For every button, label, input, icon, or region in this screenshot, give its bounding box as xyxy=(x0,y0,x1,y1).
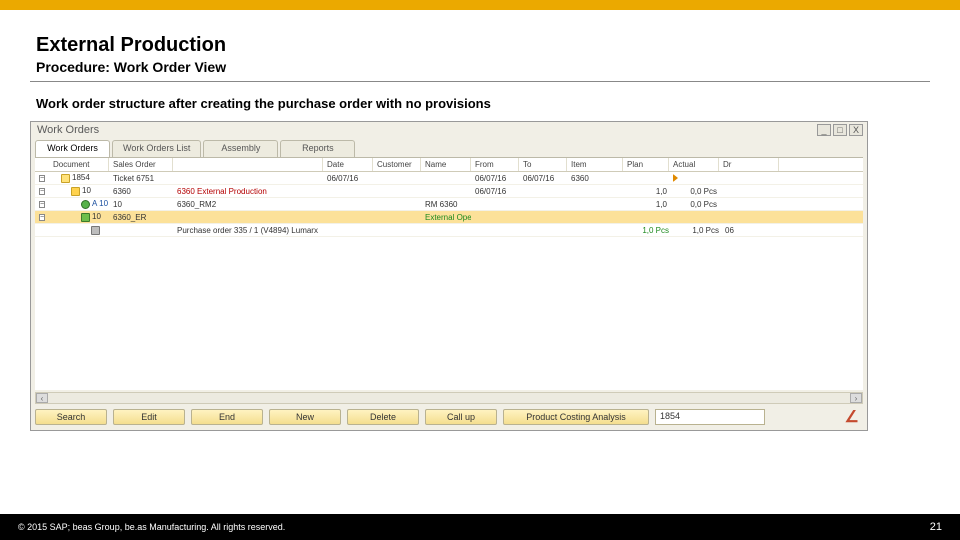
cell-text: Purchase order 335 / 1 (V4894) Lumarx xyxy=(173,226,473,235)
cell-text: 6360_ER xyxy=(109,213,173,222)
cell-text: 1,0 Pcs xyxy=(671,226,721,235)
window-title: Work Orders xyxy=(37,124,99,136)
table-row[interactable]: −1854Ticket 675106/07/1606/07/1606/07/16… xyxy=(35,172,863,185)
slide-caption: Work order structure after creating the … xyxy=(36,96,930,111)
doc-icon xyxy=(61,174,70,183)
folder-icon xyxy=(71,187,80,196)
tabstrip: Work OrdersWork Orders ListAssemblyRepor… xyxy=(35,140,863,158)
edit-button[interactable]: Edit xyxy=(113,409,185,425)
tab-work-orders[interactable]: Work Orders xyxy=(35,140,110,157)
expand-icon[interactable]: − xyxy=(39,188,45,195)
cell-text: RM 6360 xyxy=(421,200,471,209)
expand-icon[interactable]: − xyxy=(39,201,45,208)
cell-text: 1,0 xyxy=(623,187,669,196)
column-header[interactable] xyxy=(173,158,323,171)
new-button[interactable]: New xyxy=(269,409,341,425)
column-header[interactable]: To xyxy=(519,158,567,171)
column-header[interactable]: Actual xyxy=(669,158,719,171)
page-number: 21 xyxy=(930,521,942,533)
column-header[interactable]: Plan xyxy=(623,158,669,171)
end-button[interactable]: End xyxy=(191,409,263,425)
horizontal-scrollbar[interactable]: ‹ › xyxy=(35,392,863,404)
brand-bar xyxy=(0,0,960,10)
cell-text: 06/07/16 xyxy=(471,187,519,196)
tab-reports[interactable]: Reports xyxy=(280,140,355,157)
table-row[interactable]: − 10 6360_ER External Operation 6360 xyxy=(35,211,863,224)
grid: DocumentSales OrderDateCustomerNameFromT… xyxy=(35,158,863,390)
flag-icon xyxy=(673,174,678,182)
search-button[interactable]: Search xyxy=(35,409,107,425)
cell-text: 06/07/16 xyxy=(323,174,373,183)
cell-text: 6360 xyxy=(567,174,623,183)
cart-icon xyxy=(91,226,100,235)
close-icon[interactable]: X xyxy=(849,124,863,136)
cell-text: 1854 xyxy=(72,173,90,182)
cell-text: 6360 External Production xyxy=(173,187,323,196)
column-header[interactable]: Item xyxy=(567,158,623,171)
scroll-right-icon[interactable]: › xyxy=(850,393,862,403)
callup-button[interactable]: Call up xyxy=(425,409,497,425)
expand-icon[interactable]: − xyxy=(39,214,45,221)
slide-title: External Production xyxy=(36,34,930,57)
cell-text: 06/07/16 xyxy=(471,174,519,183)
slide-subtitle: Procedure: Work Order View xyxy=(36,59,930,75)
cell-text xyxy=(669,174,719,183)
slide-footer: © 2015 SAP; beas Group, be.as Manufactur… xyxy=(0,514,960,540)
cell-text: 10 xyxy=(82,186,91,195)
column-header[interactable]: Sales Order xyxy=(109,158,173,171)
document-number-field[interactable]: 1854 xyxy=(655,409,765,425)
route-icon xyxy=(81,213,90,222)
column-header[interactable]: From xyxy=(471,158,519,171)
cell-text: 6360_RM2 xyxy=(173,200,323,209)
cell-text: External Operation 6360 xyxy=(421,213,471,222)
cell-text: 1,0 xyxy=(623,200,669,209)
cell-text: 0,0 Pcs xyxy=(669,200,719,209)
column-header[interactable]: Document xyxy=(49,158,109,171)
table-row[interactable]: − 10 63606360 External Production 06/07/16 1… xyxy=(35,185,863,198)
minimize-icon[interactable]: _ xyxy=(817,124,831,136)
scroll-left-icon[interactable]: ‹ xyxy=(36,393,48,403)
copyright-text: © 2015 SAP; beas Group, be.as Manufactur… xyxy=(18,522,285,532)
grid-body[interactable]: −1854Ticket 675106/07/1606/07/1606/07/16… xyxy=(35,172,863,237)
window-controls: _ □ X xyxy=(817,124,863,136)
maximize-icon[interactable]: □ xyxy=(833,124,847,136)
cell-text: 0,0 Pcs xyxy=(669,187,719,196)
cell-text: 10 xyxy=(92,212,101,221)
table-row[interactable]: Purchase order 335 / 1 (V4894) Lumarx 1,0… xyxy=(35,224,863,237)
expand-icon[interactable]: − xyxy=(39,175,45,182)
grid-header: DocumentSales Order DateCustomerNameFromT… xyxy=(35,158,863,172)
cell-text: 06/07/16 xyxy=(519,174,567,183)
cell-text: 10 xyxy=(109,200,173,209)
cell-text: 6360 xyxy=(109,187,173,196)
product-costing-button[interactable]: Product Costing Analysis xyxy=(503,409,649,425)
cell-text: A 10 xyxy=(92,199,108,208)
cell-text: 06 xyxy=(721,226,781,235)
column-header[interactable] xyxy=(35,158,49,171)
column-header[interactable]: Dr xyxy=(719,158,779,171)
column-header[interactable]: Customer xyxy=(373,158,421,171)
button-row: Search Edit End New Delete Call up Produ… xyxy=(35,408,863,426)
column-header[interactable]: Name xyxy=(421,158,471,171)
tab-work-orders-list[interactable]: Work Orders List xyxy=(112,140,201,157)
cell-text: Ticket 6751 xyxy=(109,174,173,183)
column-header[interactable]: Date xyxy=(323,158,373,171)
divider xyxy=(30,81,930,82)
app-window: Work Orders _ □ X Work OrdersWork Orders… xyxy=(30,121,868,431)
cancel-icon[interactable]: ∠ xyxy=(843,407,863,427)
delete-button[interactable]: Delete xyxy=(347,409,419,425)
comp-icon xyxy=(81,200,90,209)
cell-text: 1,0 Pcs xyxy=(625,226,671,235)
tab-assembly[interactable]: Assembly xyxy=(203,140,278,157)
table-row[interactable]: − A 10106360_RM2 RM 6360 1,00,0 Pcs xyxy=(35,198,863,211)
